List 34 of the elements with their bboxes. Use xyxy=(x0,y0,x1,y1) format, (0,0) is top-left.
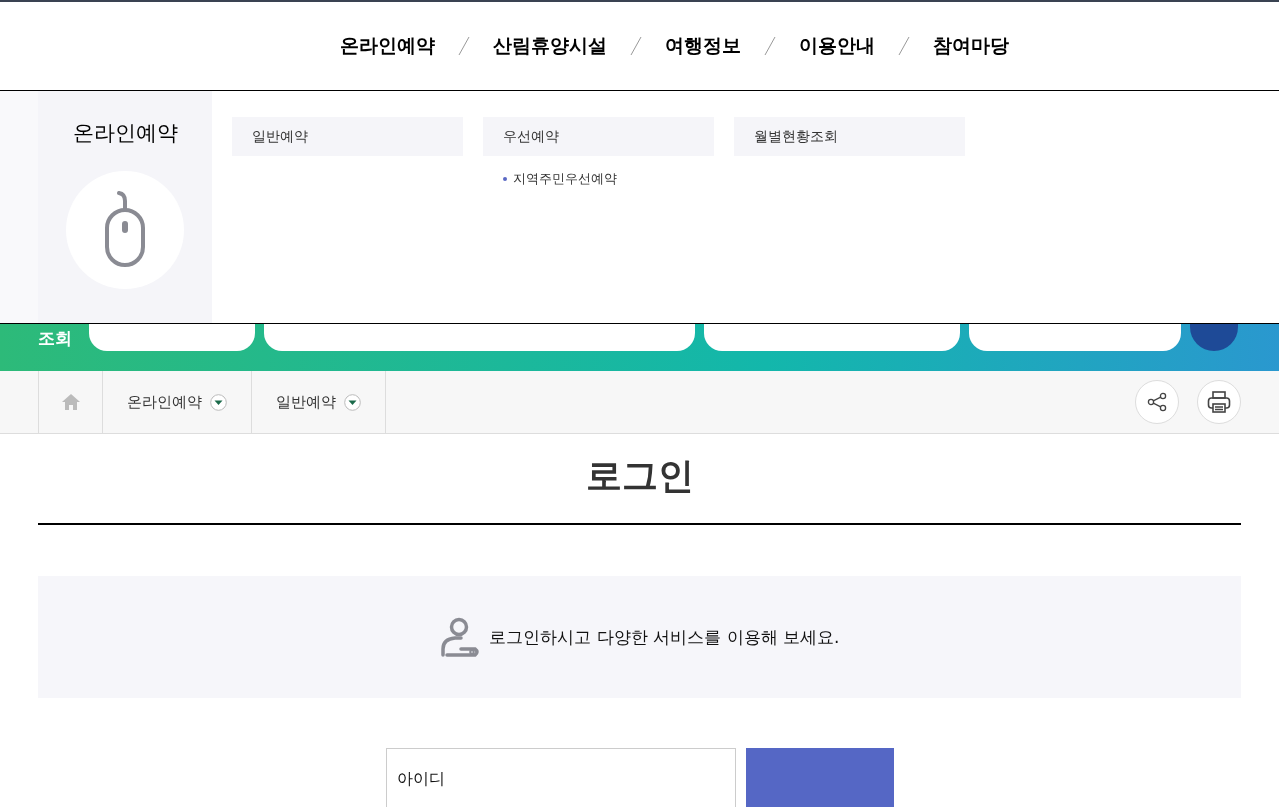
nav-link[interactable]: 이용안내 xyxy=(799,33,875,59)
home-button[interactable] xyxy=(38,371,103,433)
search-button[interactable] xyxy=(1190,324,1238,351)
guests-field[interactable] xyxy=(969,324,1181,351)
nav-link[interactable]: 산림휴양시설 xyxy=(493,33,607,59)
caret-icon xyxy=(344,393,361,411)
print-button[interactable] xyxy=(1197,380,1241,424)
id-field[interactable]: 아이디 xyxy=(385,748,736,807)
nav-link[interactable]: 여행정보 xyxy=(665,33,741,59)
page-title: 로그인 xyxy=(38,434,1241,525)
user-key-icon xyxy=(439,617,482,657)
slash-separator-icon xyxy=(763,36,777,56)
menu-title: 온라인예약 xyxy=(72,120,178,147)
nav-link[interactable]: 온라인예약 xyxy=(340,33,435,59)
search-label: 조회 xyxy=(38,327,73,350)
breadcrumb-dropdown[interactable]: 일반예약 xyxy=(252,371,386,433)
notice-text: 로그인하시고 다양한 서비스를 이용해 보세요. xyxy=(489,625,840,649)
submenu-item[interactable]: 지역주민우선예약 xyxy=(483,170,714,188)
menu-item[interactable]: 우선예약 xyxy=(483,117,714,156)
menu-item[interactable]: 일반예약 xyxy=(232,117,463,156)
share-icon xyxy=(1147,392,1167,412)
caret-icon xyxy=(210,393,227,411)
menu-item[interactable]: 월별현황조회 xyxy=(734,117,965,156)
region-field[interactable] xyxy=(89,324,255,351)
facility-field[interactable] xyxy=(264,324,695,351)
date-field[interactable] xyxy=(704,324,960,351)
nav-link[interactable]: 참여마당 xyxy=(933,33,1009,59)
home-icon xyxy=(60,393,81,411)
share-button[interactable] xyxy=(1135,380,1179,424)
printer-icon xyxy=(1207,391,1231,413)
slash-separator-icon xyxy=(457,36,471,56)
breadcrumb-dropdown[interactable]: 온라인예약 xyxy=(103,371,252,433)
slash-separator-icon xyxy=(897,36,911,56)
slash-separator-icon xyxy=(629,36,643,56)
